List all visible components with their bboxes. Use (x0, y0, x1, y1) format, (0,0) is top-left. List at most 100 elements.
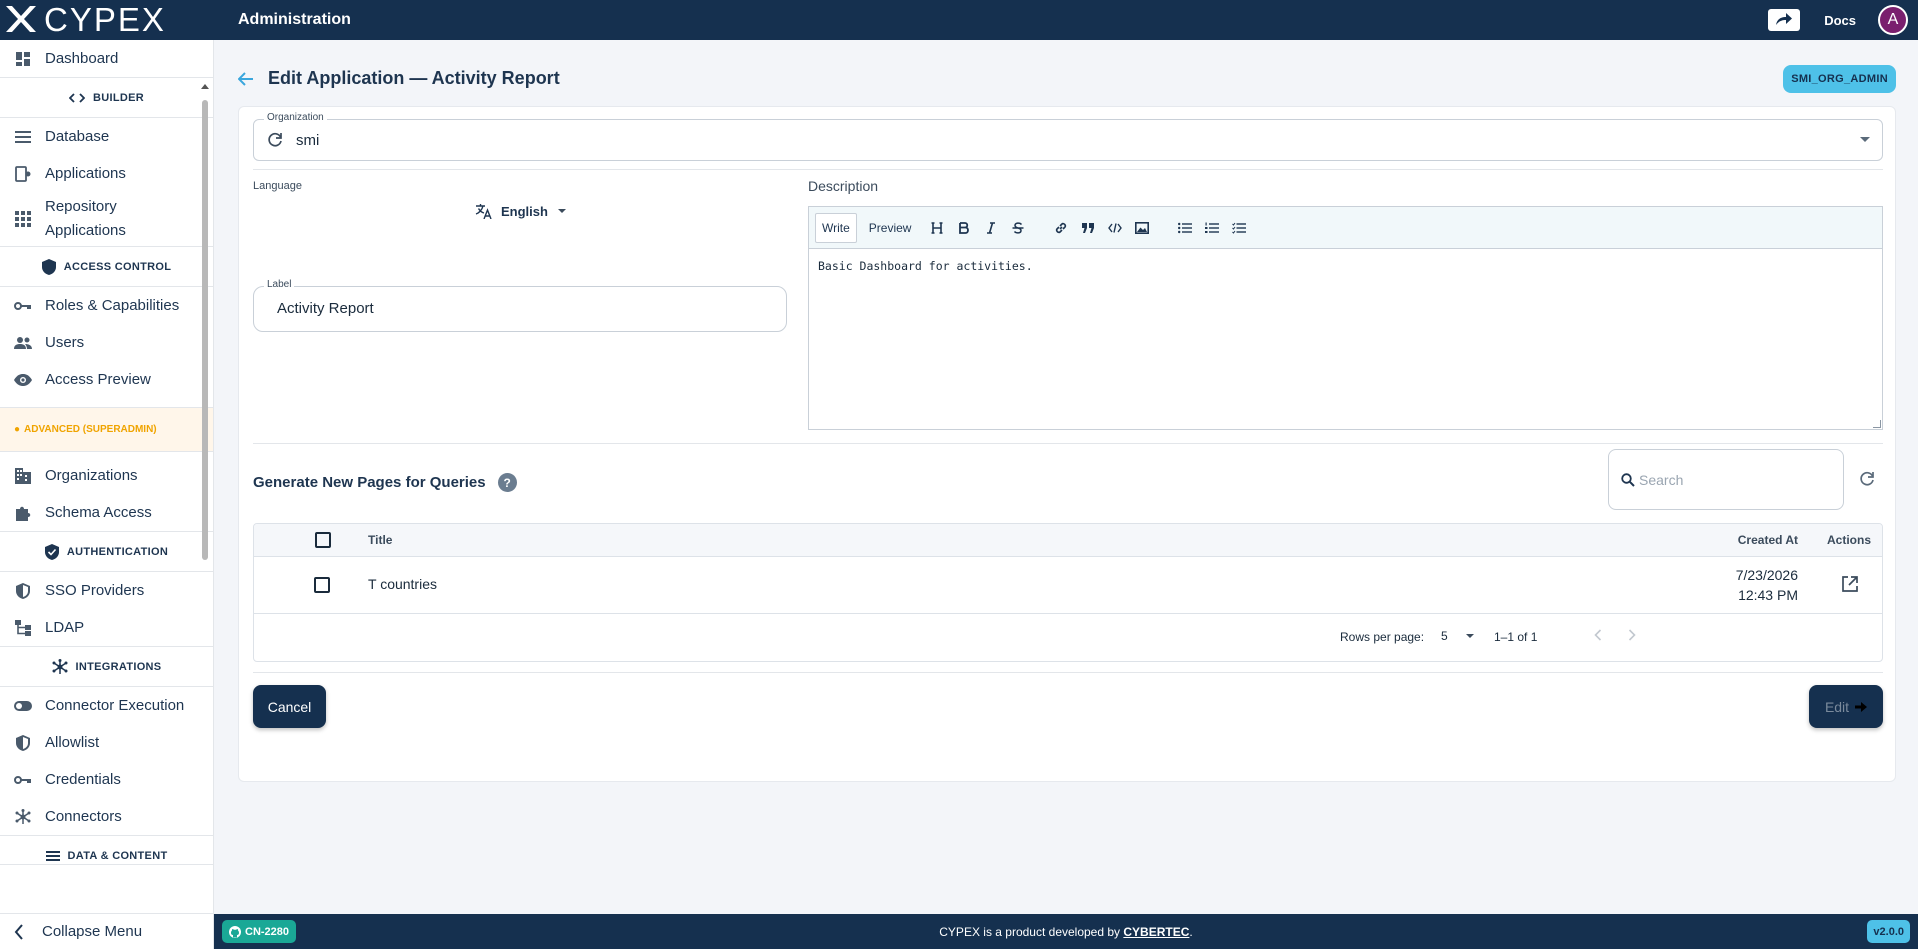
column-title[interactable]: Title (368, 533, 392, 547)
build-badge[interactable]: CN-2280 (222, 920, 297, 943)
search-icon (1621, 472, 1635, 487)
image-icon[interactable] (1128, 213, 1155, 243)
dropdown-arrow-icon[interactable] (1860, 137, 1870, 142)
refresh-icon[interactable] (1859, 471, 1875, 487)
sidebar-item-connectors[interactable]: Connectors (0, 798, 213, 835)
user-avatar[interactable]: A (1878, 5, 1908, 35)
page-header: Edit Application — Activity Report (238, 68, 560, 89)
row-title: T countries (368, 576, 437, 592)
section-integrations: INTEGRATIONS (0, 646, 213, 687)
sidebar-item-label: Organizations (45, 466, 138, 484)
sidebar-item-label: Access Preview (45, 370, 151, 388)
scroll-up-arrow-icon[interactable] (201, 84, 209, 89)
eye-icon (14, 371, 32, 389)
label-value: Activity Report (277, 300, 374, 317)
search-box[interactable] (1608, 449, 1844, 510)
hub-icon (14, 808, 32, 826)
language-selector[interactable]: English (475, 203, 566, 219)
sidebar-item-database[interactable]: Database (0, 118, 213, 155)
table-header: Title Created At Actions (254, 524, 1882, 557)
bullet-list-icon[interactable] (1171, 213, 1198, 243)
sidebar-item-label: Database (45, 127, 110, 145)
organization-label: Organization (264, 112, 327, 123)
select-all-checkbox[interactable] (315, 532, 331, 548)
sidebar-item-access-preview[interactable]: Access Preview (0, 361, 213, 398)
app-title: Administration (238, 11, 351, 28)
help-icon[interactable]: ? (497, 473, 517, 492)
users-icon (14, 334, 32, 352)
footer-text: CYPEX is a product developed by CYBERTEC… (939, 924, 1193, 939)
sidebar-item-users[interactable]: Users (0, 324, 213, 361)
docs-link[interactable]: Docs (1824, 13, 1856, 28)
collapse-menu-button[interactable]: Collapse Menu (0, 913, 214, 949)
resize-handle-icon[interactable] (1873, 420, 1881, 428)
share-button[interactable] (1768, 9, 1801, 31)
tab-write[interactable]: Write (815, 212, 857, 243)
dashboard-icon (14, 50, 32, 68)
previous-page-icon[interactable] (1594, 628, 1602, 646)
label-input[interactable]: Label Activity Report (253, 279, 787, 332)
task-list-icon[interactable] (1225, 213, 1252, 243)
building-icon (14, 467, 32, 485)
sidebar-item-roles[interactable]: Roles & Capabilities (0, 287, 213, 324)
main-content: Edit Application — Activity Report SMI_O… (214, 40, 1918, 914)
brand-name: CYPEX (44, 1, 166, 38)
sidebar-item-applications[interactable]: Applications (0, 155, 213, 192)
cypex-logo[interactable]: CYPEX (0, 0, 214, 40)
sidebar-item-label: Dashboard (45, 49, 119, 67)
rows-per-page-select[interactable]: 5 (1441, 629, 1474, 643)
edit-button-label: Edit (1824, 698, 1850, 715)
edit-application-form: Organization smi Language English Label … (238, 106, 1896, 782)
rows-per-page-value: 5 (1441, 629, 1448, 643)
strikethrough-icon[interactable] (1004, 213, 1031, 243)
warning-dot-icon: ● (14, 424, 21, 435)
sidebar-item-organizations[interactable]: Organizations (0, 457, 213, 494)
table-row: T countries 7/23/2026 12:43 PM (254, 557, 1882, 614)
refresh-icon[interactable] (267, 132, 283, 148)
sidebar-item-allowlist[interactable]: Allowlist (0, 724, 213, 761)
section-advanced: ● ADVANCED (SUPERADMIN) (0, 408, 213, 452)
divider (253, 443, 1883, 444)
top-bar: CYPEX Administration Docs A (0, 0, 1918, 40)
open-external-icon[interactable] (1841, 575, 1859, 596)
share-icon (1775, 12, 1793, 29)
sidebar-item-credentials[interactable]: Credentials (0, 761, 213, 798)
code-icon[interactable] (1101, 213, 1128, 243)
sidebar-item-dashboard[interactable]: Dashboard (0, 40, 213, 77)
search-input[interactable] (1639, 471, 1819, 488)
heading-icon[interactable] (923, 213, 950, 243)
collapse-menu-label: Collapse Menu (42, 923, 143, 940)
page-title: Edit Application — Activity Report (268, 68, 560, 88)
sidebar-item-label: Roles & Capabilities (45, 296, 180, 314)
puzzle-icon (14, 504, 32, 522)
github-icon (229, 925, 241, 938)
back-arrow-icon[interactable] (238, 71, 254, 86)
scrollbar-thumb[interactable] (202, 100, 208, 560)
language-label: Language (253, 180, 302, 192)
chevron-left-icon (14, 923, 24, 940)
cancel-button[interactable]: Cancel (253, 685, 326, 728)
quote-icon[interactable] (1074, 213, 1101, 243)
numbered-list-icon[interactable] (1198, 213, 1225, 243)
sidebar-item-sso-providers[interactable]: SSO Providers (0, 572, 213, 609)
row-checkbox[interactable] (314, 577, 330, 593)
sidebar-item-connector-execution[interactable]: Connector Execution (0, 687, 213, 724)
edit-button[interactable]: Edit (1809, 685, 1883, 728)
organization-select[interactable]: Organization smi (253, 112, 1883, 161)
sidebar-item-label: Connectors (45, 807, 122, 825)
link-icon[interactable] (1047, 213, 1074, 243)
next-page-icon[interactable] (1628, 628, 1636, 646)
column-created-at[interactable]: Created At (1738, 533, 1798, 547)
column-actions: Actions (1826, 533, 1871, 547)
sidebar-item-schema-access[interactable]: Schema Access (0, 494, 213, 531)
arrow-right-icon (1855, 701, 1868, 712)
version-badge: v2.0.0 (1867, 920, 1910, 943)
sidebar-scrollbar[interactable] (201, 84, 209, 913)
company-link[interactable]: CYBERTEC (1123, 925, 1189, 939)
description-textarea[interactable]: Basic Dashboard for activities. (809, 249, 1882, 283)
sidebar-item-ldap[interactable]: LDAP (0, 609, 213, 646)
bold-icon[interactable] (950, 213, 977, 243)
sidebar-item-repository-applications[interactable]: Repository Applications (0, 192, 213, 246)
tab-preview[interactable]: Preview (863, 213, 918, 243)
italic-icon[interactable] (977, 213, 1004, 243)
